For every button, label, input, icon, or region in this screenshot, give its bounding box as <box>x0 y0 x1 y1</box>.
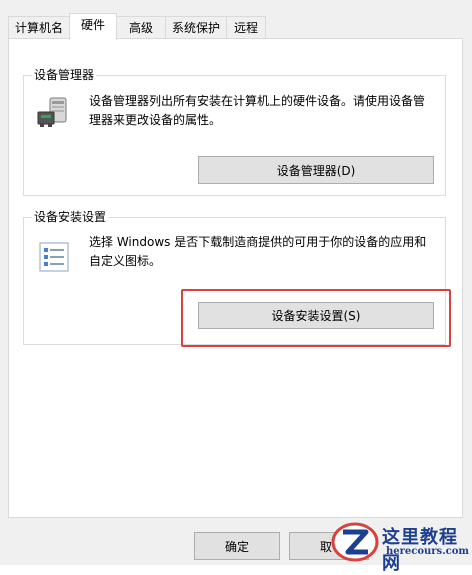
device-manager-icon <box>36 94 72 133</box>
device-manager-description: 设备管理器列出所有安装在计算机上的硬件设备。请使用设备管 理器来更改设备的属性。 <box>89 92 425 130</box>
device-manager-description-line-1: 设备管理器列出所有安装在计算机上的硬件设备。请使用设备管 <box>89 94 426 108</box>
tab-computer-name[interactable]: 计算机名 <box>8 16 70 38</box>
device-manager-description-line-2: 理器来更改设备的属性。 <box>89 113 222 127</box>
tab-strip: 计算机名 硬件 高级 系统保护 远程 <box>8 13 468 40</box>
tab-hardware[interactable]: 硬件 <box>69 13 117 40</box>
device-install-description-line-1: 选择 Windows 是否下载制造商提供的可用于你的设备的应用和 <box>89 235 427 249</box>
watermark-logo-icon <box>330 520 380 567</box>
system-properties-dialog: 计算机名 硬件 高级 系统保护 远程 设备管理器 设备管理器列出所有安装在计算机… <box>0 0 472 574</box>
ok-button[interactable]: 确定 <box>194 532 280 560</box>
device-manager-group: 设备管理器 设备管理器列出所有安装在计算机上的硬件设备。请使用设备管 理器来更改… <box>23 67 446 196</box>
checklist-icon <box>38 241 70 276</box>
tab-system-protection[interactable]: 系统保护 <box>165 16 227 38</box>
watermark-url: herecours.com <box>386 546 470 557</box>
watermark: 这里教程网 herecours.com <box>326 518 472 574</box>
hardware-panel: 设备管理器 设备管理器列出所有安装在计算机上的硬件设备。请使用设备管 理器来更改… <box>8 38 463 518</box>
device-install-description: 选择 Windows 是否下载制造商提供的可用于你的设备的应用和 自定义图标。 <box>89 233 426 271</box>
tab-remote[interactable]: 远程 <box>226 16 266 38</box>
device-manager-group-title: 设备管理器 <box>32 67 97 83</box>
highlight-box <box>181 289 451 347</box>
tab-advanced[interactable]: 高级 <box>116 16 166 38</box>
device-install-description-line-2: 自定义图标。 <box>89 254 162 268</box>
device-install-group-title: 设备安装设置 <box>32 209 109 225</box>
device-manager-button[interactable]: 设备管理器(D) <box>198 156 434 184</box>
